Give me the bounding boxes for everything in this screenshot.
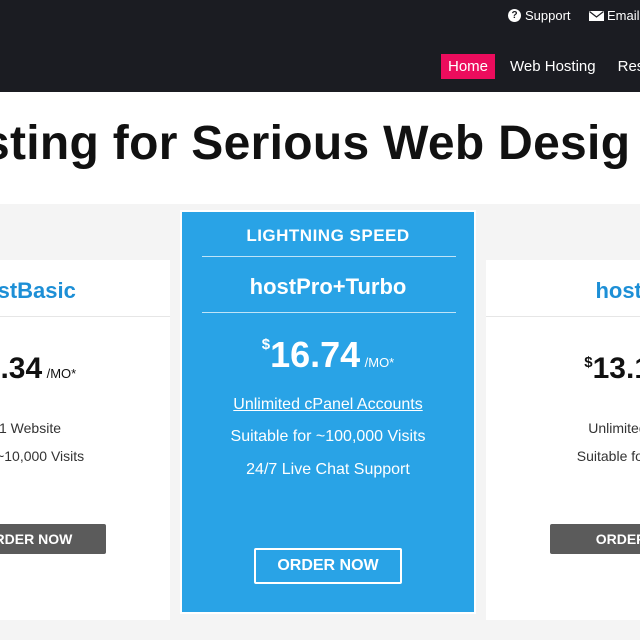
hero-title: sting for Serious Web Desig (0, 117, 631, 170)
price-period: /MO* (46, 366, 77, 381)
plan-feature-link[interactable]: Unlimited cPanel Accounts (182, 396, 474, 414)
support-link[interactable]: ? Support (508, 8, 571, 23)
price-amount: 3.34 (0, 352, 43, 385)
plan-price: 3.34 /MO* (0, 352, 170, 386)
order-now-button-turbo[interactable]: ORDER NOW (254, 548, 402, 584)
plan-price: $13.14 (486, 352, 640, 386)
plan-card-basic: ostBasic 3.34 /MO* 1 Website for ~10,000… (0, 260, 170, 620)
price-period: /MO* (364, 355, 395, 370)
nav-item-reseller[interactable]: Res (611, 54, 640, 79)
order-now-button-basic[interactable]: ORDER NOW (0, 524, 106, 554)
plan-price: $16.74 /MO* (182, 334, 474, 376)
plan-feature: Suitable for ~25 (576, 448, 640, 464)
divider (202, 256, 456, 257)
hero-section: sting for Serious Web Desig (0, 92, 640, 204)
plan-card-business: hostP $13.14 Unlimited W Suitable for ~2… (486, 260, 640, 620)
order-now-button-business[interactable]: ORDER N (550, 524, 640, 554)
plan-name: hostPro+Turbo (249, 274, 407, 299)
main-content: sting for Serious Web Desig ostBasic 3.3… (0, 92, 640, 640)
price-currency: $ (584, 354, 593, 371)
plan-name: hostP (595, 278, 640, 303)
price-amount: 16.74 (270, 334, 361, 375)
support-label: Support (525, 8, 571, 23)
main-nav: Home Web Hosting Res (441, 54, 640, 79)
top-header: ? Support Email Home Web Hosting Res (0, 0, 640, 92)
plan-name: ostBasic (0, 278, 76, 303)
price-amount: 13.14 (592, 352, 640, 385)
nav-item-home[interactable]: Home (441, 54, 496, 79)
divider (202, 312, 456, 313)
plan-feature: for ~10,000 Visits (0, 448, 85, 464)
plan-feature: Unlimited W (588, 420, 640, 436)
divider (486, 316, 640, 317)
nav-item-web-hosting[interactable]: Web Hosting (503, 54, 603, 79)
divider (0, 316, 170, 317)
question-circle-icon: ? (508, 9, 521, 22)
plan-card-turbo: LIGHTNING SPEED hostPro+Turbo $16.74 /MO… (180, 210, 476, 614)
plan-badge: LIGHTNING SPEED (246, 226, 410, 245)
plan-feature: Suitable for ~100,000 Visits (230, 428, 426, 445)
email-link[interactable]: Email (589, 8, 640, 23)
envelope-icon (589, 10, 604, 21)
price-currency: $ (261, 336, 271, 353)
plan-feature: 1 Website (0, 420, 61, 436)
plan-feature: 24/7 Live Chat Support (246, 461, 410, 478)
email-label: Email (607, 8, 640, 23)
